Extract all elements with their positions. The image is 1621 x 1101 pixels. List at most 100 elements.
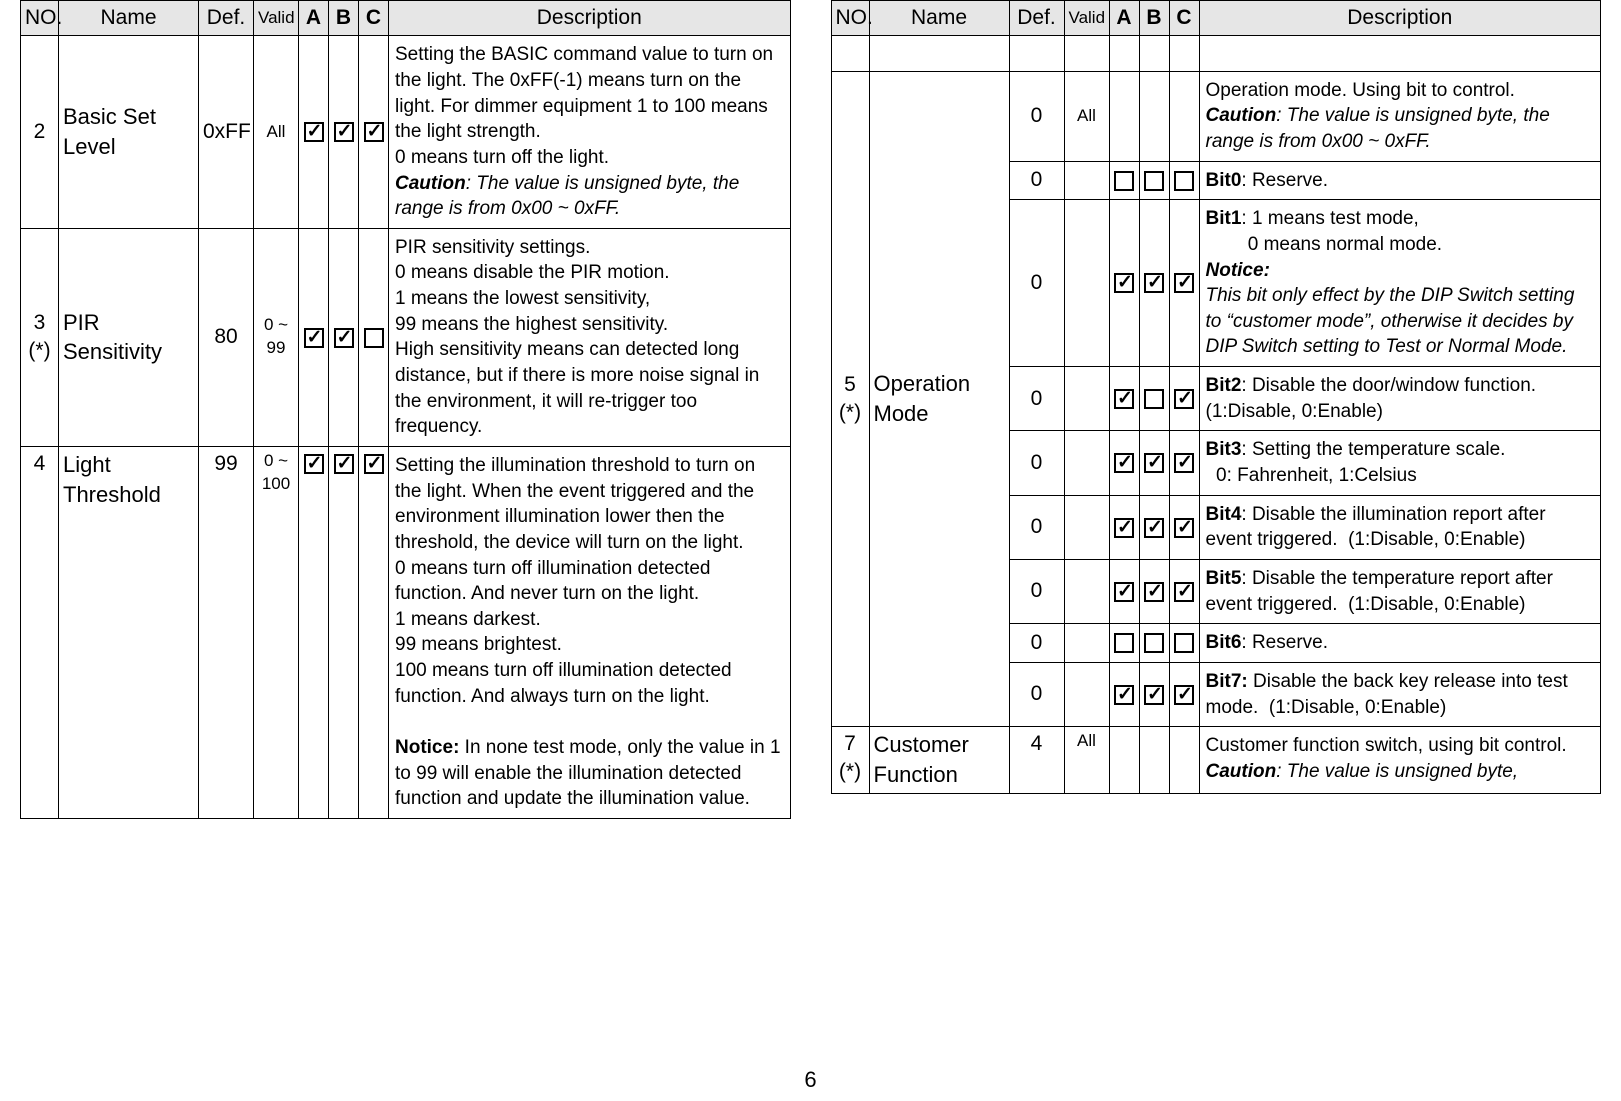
col-desc: Description: [1199, 1, 1601, 36]
table-row: 7(*)Customer Function4AllCustomer functi…: [831, 727, 1601, 793]
cell-a: [1109, 71, 1139, 161]
cell-def: 0: [1009, 662, 1064, 726]
checkbox-icon: [1114, 685, 1134, 705]
checkbox-icon: [1114, 453, 1134, 473]
cell-b: [1139, 71, 1169, 161]
checkbox-icon: [304, 328, 324, 348]
col-a: A: [1109, 1, 1139, 36]
cell-valid: All: [1064, 71, 1109, 161]
checkbox-icon: [1144, 453, 1164, 473]
cell-valid: 0 ~ 100: [254, 446, 299, 818]
cell-c: [1169, 71, 1199, 161]
cell-a: [1109, 559, 1139, 623]
cell-desc: Bit1: 1 means test mode, 0 means normal …: [1199, 200, 1601, 367]
col-b: B: [1139, 1, 1169, 36]
checkbox-icon: [1174, 685, 1194, 705]
cell-valid: [1064, 431, 1109, 495]
page-number: 6: [0, 1067, 1621, 1093]
col-valid: Valid: [254, 1, 299, 36]
right-table: NO. Name Def. Valid A B C Description 5(…: [831, 0, 1602, 794]
cell-no: 3(*): [21, 228, 59, 446]
cell-valid: [1064, 495, 1109, 559]
cell-a: [1109, 431, 1139, 495]
cell-c: [1169, 559, 1199, 623]
cell-c: [1169, 624, 1199, 663]
checkbox-icon: [1114, 389, 1134, 409]
table-header: NO. Name Def. Valid A B C Description: [831, 1, 1601, 36]
cell-desc: Operation mode. Using bit to control.Cau…: [1199, 71, 1601, 161]
cell-a: [1109, 161, 1139, 200]
cell-no: 7(*): [831, 727, 869, 793]
cell-def: 99: [199, 446, 254, 818]
checkbox-icon: [1114, 273, 1134, 293]
cell-c: [359, 36, 389, 228]
cell-b: [1139, 662, 1169, 726]
col-def: Def.: [1009, 1, 1064, 36]
cell-a: [299, 36, 329, 228]
cell-a: [299, 228, 329, 446]
cell-no: 4: [21, 446, 59, 818]
checkbox-icon: [1174, 518, 1194, 538]
checkbox-icon: [1144, 685, 1164, 705]
cell-a: [1109, 367, 1139, 431]
cell-def: 80: [199, 228, 254, 446]
col-name: Name: [59, 1, 199, 36]
cell-def: 0: [1009, 431, 1064, 495]
checkbox-icon: [1144, 389, 1164, 409]
cell-valid: [1064, 367, 1109, 431]
cell-no: 2: [21, 36, 59, 228]
checkbox-icon: [1174, 633, 1194, 653]
table-row: 5(*)Operation Mode0AllOperation mode. Us…: [831, 71, 1601, 161]
cell-valid: [1064, 624, 1109, 663]
col-c: C: [1169, 1, 1199, 36]
table-row: 4Light Threshold990 ~ 100Setting the ill…: [21, 446, 791, 818]
cell-c: [1169, 367, 1199, 431]
cell-def: 0: [1009, 161, 1064, 200]
cell-c: [1169, 431, 1199, 495]
col-def: Def.: [199, 1, 254, 36]
cell-name: Light Threshold: [59, 446, 199, 818]
checkbox-icon: [1144, 633, 1164, 653]
checkbox-icon: [364, 454, 384, 474]
cell-name: Operation Mode: [869, 71, 1009, 726]
cell-def: 0: [1009, 559, 1064, 623]
col-valid: Valid: [1064, 1, 1109, 36]
cell-desc: Bit6: Reserve.: [1199, 624, 1601, 663]
cell-b: [329, 36, 359, 228]
checkbox-icon: [1144, 518, 1164, 538]
table-row: 2Basic Set Level0xFFAllSetting the BASIC…: [21, 36, 791, 228]
checkbox-icon: [1174, 389, 1194, 409]
cell-a: [299, 446, 329, 818]
cell-name: PIR Sensitivity: [59, 228, 199, 446]
cell-c: [1169, 495, 1199, 559]
cell-b: [1139, 200, 1169, 367]
cell-def: 0: [1009, 624, 1064, 663]
checkbox-icon: [364, 328, 384, 348]
cell-b: [1139, 559, 1169, 623]
checkbox-icon: [1144, 273, 1164, 293]
col-no: NO.: [831, 1, 869, 36]
col-name: Name: [869, 1, 1009, 36]
cell-b: [329, 228, 359, 446]
cell-c: [1169, 200, 1199, 367]
cell-c: [1169, 727, 1199, 793]
cell-a: [1109, 495, 1139, 559]
cell-b: [1139, 495, 1169, 559]
cell-def: 0: [1009, 495, 1064, 559]
cell-desc: Setting the BASIC command value to turn …: [389, 36, 791, 228]
cell-valid: [1064, 559, 1109, 623]
checkbox-icon: [334, 122, 354, 142]
cell-a: [1109, 200, 1139, 367]
checkbox-icon: [1174, 582, 1194, 602]
cell-no: 5(*): [831, 71, 869, 726]
cell-name: Customer Function: [869, 727, 1009, 793]
table-row: 3(*)PIR Sensitivity800 ~ 99PIR sensitivi…: [21, 228, 791, 446]
cell-b: [1139, 161, 1169, 200]
checkbox-icon: [1114, 633, 1134, 653]
cell-desc: Bit4: Disable the illumination report af…: [1199, 495, 1601, 559]
checkbox-icon: [364, 122, 384, 142]
col-no: NO.: [21, 1, 59, 36]
cell-b: [1139, 367, 1169, 431]
cell-a: [1109, 624, 1139, 663]
left-table: NO. Name Def. Valid A B C Description 2B…: [20, 0, 791, 819]
